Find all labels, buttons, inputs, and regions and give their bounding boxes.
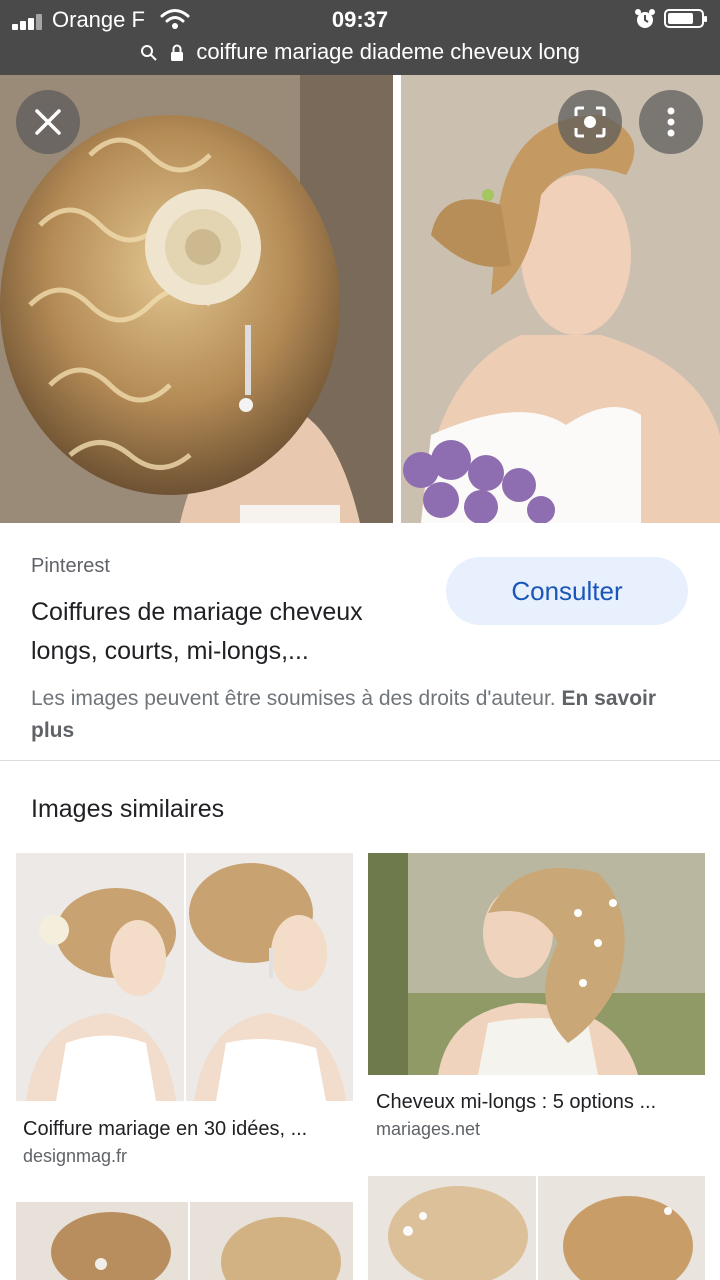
address-bar[interactable]: coiffure mariage diademe cheveux long	[0, 39, 720, 65]
similar-site-2: mariages.net	[376, 1119, 481, 1139]
more-vert-icon	[667, 107, 675, 137]
copyright-text: Les images peuvent être soumises à des d…	[31, 687, 556, 710]
similar-image-3[interactable]	[16, 1202, 353, 1280]
close-icon	[35, 109, 61, 135]
similar-title-2[interactable]: Cheveux mi-longs : 5 options ...	[376, 1091, 656, 1114]
clock: 09:37	[331, 7, 389, 32]
lens-button[interactable]	[558, 90, 622, 154]
similar-site-1: designmag.fr	[23, 1146, 128, 1166]
source-name: Pinterest	[31, 555, 110, 577]
result-info: Pinterest Coiffures de mariage cheveux l…	[0, 523, 720, 760]
copyright-notice: Les images peuvent être soumises à des d…	[31, 683, 691, 747]
url-text: coiffure mariage diademe cheveux long	[196, 39, 580, 64]
battery-icon	[664, 9, 707, 28]
similar-image-4[interactable]	[368, 1176, 705, 1280]
lens-icon	[574, 106, 606, 138]
search-icon	[141, 45, 157, 61]
main-image[interactable]	[0, 75, 393, 523]
result-title[interactable]: Coiffures de mariage cheveux longs, cour…	[31, 593, 431, 671]
more-options-button[interactable]	[639, 90, 703, 154]
lock-icon	[171, 44, 184, 62]
alarm-icon	[635, 9, 655, 28]
similar-title-1[interactable]: Coiffure mariage en 30 idées, ...	[23, 1118, 307, 1141]
status-bar: Orange F 09:37 coiffure mariage diademe …	[0, 0, 720, 75]
divider	[0, 760, 720, 761]
similar-images-heading: Images similaires	[31, 795, 225, 823]
consult-button[interactable]: Consulter	[446, 557, 688, 625]
close-button[interactable]	[16, 90, 80, 154]
similar-image-1[interactable]	[16, 853, 353, 1101]
similar-image-2[interactable]	[368, 853, 705, 1075]
secondary-image[interactable]	[401, 75, 720, 523]
image-preview	[0, 75, 720, 523]
